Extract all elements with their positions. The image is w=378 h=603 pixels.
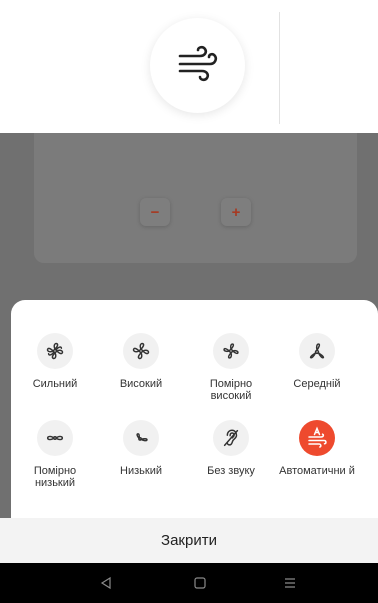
fan-mode-medium-low[interactable]: Помірно низький bbox=[15, 420, 95, 489]
auto-wind-icon bbox=[299, 420, 335, 456]
fan-mode-label: Високий bbox=[119, 378, 163, 390]
fan-low-icon bbox=[123, 420, 159, 456]
wind-mode-button[interactable] bbox=[150, 18, 245, 113]
fan-mode-label: Сильний bbox=[32, 378, 78, 390]
fan-mode-high[interactable]: Високий bbox=[101, 333, 181, 390]
fan-mode-label: Помірно високий bbox=[209, 378, 253, 402]
fan-mode-label: Автоматични й bbox=[279, 465, 355, 477]
fan-mode-medium-high[interactable]: Помірно високий bbox=[191, 333, 271, 402]
wind-icon bbox=[174, 39, 222, 92]
fan-mode-strong[interactable]: Сильний bbox=[15, 333, 95, 390]
home-icon[interactable] bbox=[180, 563, 220, 603]
divider bbox=[279, 12, 280, 124]
decrease-button[interactable]: − bbox=[140, 198, 170, 226]
system-navigation-bar bbox=[0, 563, 378, 603]
fan-medium-high-icon bbox=[213, 333, 249, 369]
fan-mode-low[interactable]: Низький bbox=[101, 420, 181, 477]
fan-mode-label: Середній bbox=[293, 378, 341, 390]
fan-mode-auto[interactable]: Автоматични й bbox=[277, 420, 357, 477]
fan-mode-label: Без звуку bbox=[207, 465, 255, 477]
close-button[interactable]: Закрити bbox=[0, 518, 378, 563]
fan-strong-icon bbox=[37, 333, 73, 369]
increase-button[interactable]: + bbox=[221, 198, 251, 226]
fan-mode-silent[interactable]: Без звуку bbox=[191, 420, 271, 477]
fan-mode-label: Низький bbox=[120, 465, 162, 477]
control-card bbox=[34, 133, 357, 263]
fan-medium-low-icon bbox=[37, 420, 73, 456]
ear-icon bbox=[213, 420, 249, 456]
fan-mode-label: Помірно низький bbox=[33, 465, 77, 489]
fan-medium-icon bbox=[299, 333, 335, 369]
fan-high-icon bbox=[123, 333, 159, 369]
menu-icon[interactable] bbox=[270, 563, 310, 603]
fan-mode-medium[interactable]: Середній bbox=[277, 333, 357, 390]
back-icon[interactable] bbox=[86, 563, 126, 603]
